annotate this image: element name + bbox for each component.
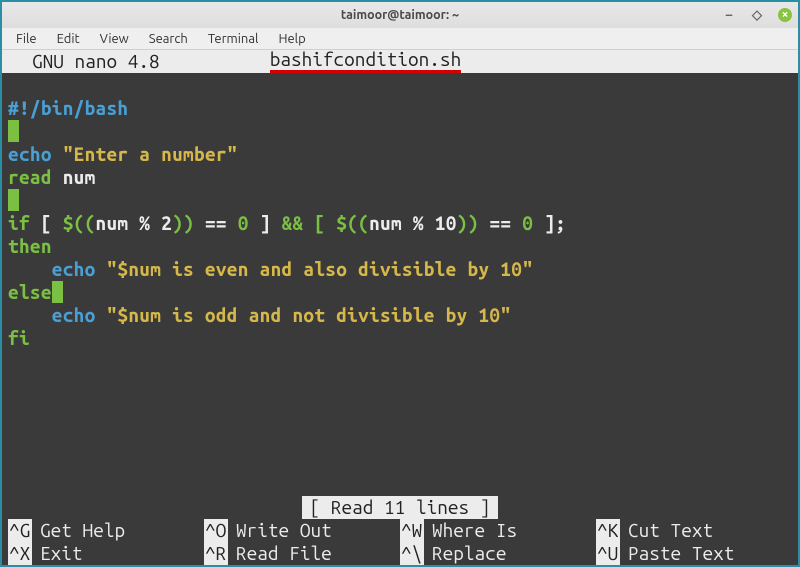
- cursor-icon: [8, 189, 19, 211]
- menu-edit[interactable]: Edit: [47, 30, 90, 48]
- shortcut-row: ^XExit ^RRead File ^\Replace ^UPaste Tex…: [8, 542, 792, 565]
- menu-terminal[interactable]: Terminal: [198, 30, 269, 48]
- menu-help[interactable]: Help: [268, 30, 315, 48]
- shortcut-read-file[interactable]: ^RRead File: [204, 542, 400, 565]
- status-line: [ Read 11 lines ]: [2, 496, 798, 519]
- window-title: taimoor@taimoor: ~: [341, 8, 459, 22]
- titlebar: taimoor@taimoor: ~ – ◇ ×: [2, 2, 798, 28]
- menu-search[interactable]: Search: [139, 30, 198, 48]
- code-line: #!/bin/bash: [8, 97, 128, 119]
- editor-content[interactable]: #!/bin/bash echo "Enter a number" read n…: [8, 73, 792, 350]
- status-text: [ Read 11 lines ]: [302, 496, 499, 519]
- nano-filename: bashifcondition.sh: [270, 50, 462, 73]
- shortcut-write-out[interactable]: ^OWrite Out: [204, 519, 400, 542]
- shortcut-where-is[interactable]: ^WWhere Is: [400, 519, 596, 542]
- shortcut-replace[interactable]: ^\Replace: [400, 542, 596, 565]
- shortcut-get-help[interactable]: ^GGet Help: [8, 519, 204, 542]
- shortcut-bar: ^GGet Help ^OWrite Out ^WWhere Is ^KCut …: [2, 519, 798, 565]
- window-controls: – ◇ ×: [722, 8, 792, 22]
- menubar: File Edit View Search Terminal Help: [2, 28, 798, 50]
- shortcut-row: ^GGet Help ^OWrite Out ^WWhere Is ^KCut …: [8, 519, 792, 542]
- nano-title: GNU nano 4.8: [8, 50, 160, 73]
- shortcut-paste-text[interactable]: ^UPaste Text: [596, 542, 792, 565]
- shortcut-cut-text[interactable]: ^KCut Text: [596, 519, 792, 542]
- cursor-icon: [52, 281, 63, 303]
- minimize-icon[interactable]: –: [722, 8, 736, 22]
- menu-view[interactable]: View: [90, 30, 139, 48]
- code-line: read: [8, 166, 52, 188]
- code-line: echo: [8, 143, 52, 165]
- menu-file[interactable]: File: [6, 30, 47, 48]
- cursor-icon: [8, 120, 19, 142]
- close-icon[interactable]: ×: [778, 8, 792, 22]
- shortcut-exit[interactable]: ^XExit: [8, 542, 204, 565]
- maximize-icon[interactable]: ◇: [750, 8, 764, 22]
- terminal[interactable]: GNU nano 4.8 bashifcondition.sh #!/bin/b…: [2, 50, 798, 565]
- nano-header: GNU nano 4.8 bashifcondition.sh: [2, 50, 798, 73]
